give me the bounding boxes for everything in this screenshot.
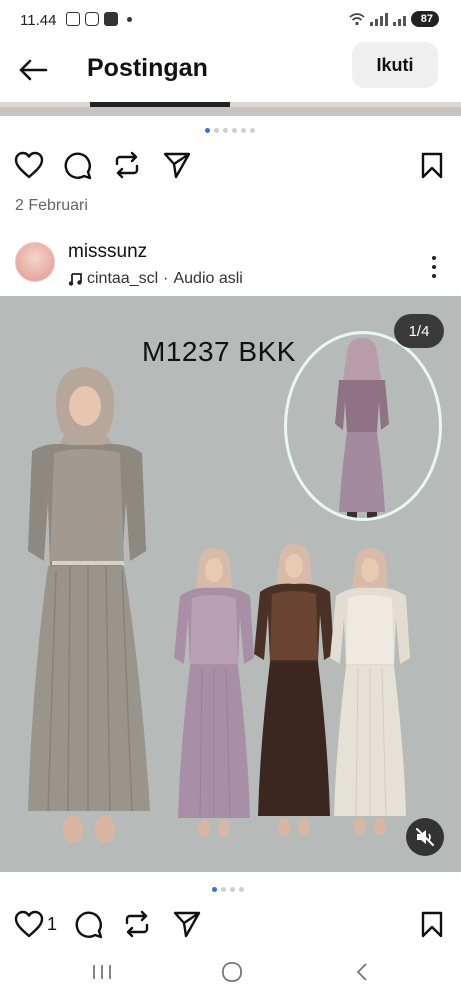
signal-icon (369, 12, 388, 26)
previous-post-actions (0, 149, 461, 185)
bookmark-icon (421, 152, 443, 179)
status-bar: 11.44 87 (0, 0, 461, 42)
page-title: Postingan (87, 54, 208, 82)
post-carousel-indicator (212, 887, 244, 892)
status-time: 11.44 (20, 12, 57, 29)
audio-info[interactable]: cintaa_scl · Audio asli (68, 270, 243, 288)
music-note-icon (68, 273, 82, 286)
post-actions: 1 (0, 908, 461, 944)
send-icon (163, 152, 191, 179)
system-back-button[interactable] (342, 958, 382, 986)
recent-apps-icon (93, 965, 111, 979)
audio-label: Audio asli (173, 270, 243, 287)
repost-button[interactable] (121, 908, 153, 940)
model-lilac-dress (174, 548, 254, 837)
notification-dot-icon (127, 16, 132, 22)
more-options-button[interactable] (428, 252, 440, 282)
bookmark-icon (421, 911, 443, 938)
previous-post-carousel-indicator (205, 128, 255, 133)
save-button[interactable] (416, 908, 448, 940)
repost-icon (115, 151, 139, 179)
post-author-header: misssunz cintaa_scl · Audio asli (0, 232, 461, 292)
home-icon (222, 962, 242, 982)
model-brown-dress (254, 544, 334, 836)
shop-icon (104, 12, 118, 26)
heart-icon (14, 151, 44, 179)
avatar[interactable] (15, 242, 55, 282)
comment-button[interactable] (61, 149, 93, 181)
chevron-left-icon (356, 963, 367, 981)
audio-separator: · (163, 270, 169, 287)
previous-post-date: 2 Februari (15, 197, 88, 214)
signal-icon-2 (392, 12, 406, 26)
home-button[interactable] (212, 958, 252, 986)
repost-icon (125, 910, 149, 938)
battery-icon: 87 (410, 11, 439, 27)
like-button[interactable] (13, 149, 45, 181)
share-button[interactable] (171, 908, 203, 940)
send-icon (173, 911, 201, 938)
author-username[interactable]: misssunz (68, 241, 147, 263)
app-header: Postingan Ikuti (0, 42, 461, 98)
status-system-icons: 87 (349, 11, 439, 27)
previous-post-image[interactable] (0, 102, 461, 116)
model-cream-dress (330, 548, 410, 835)
highlight-oval (284, 331, 442, 521)
wifi-icon (349, 13, 365, 26)
repost-button[interactable] (111, 149, 143, 181)
mute-button[interactable] (406, 818, 444, 856)
like-button[interactable] (13, 908, 45, 940)
instagram-icon (85, 12, 99, 26)
audio-artist: cintaa_scl (87, 270, 159, 287)
follow-button[interactable]: Ikuti (352, 42, 438, 88)
comment-icon (64, 152, 92, 180)
product-code: M1237 BKK (142, 336, 296, 367)
recent-apps-button[interactable] (82, 958, 122, 986)
more-vertical-icon (432, 256, 436, 260)
muted-speaker-icon (416, 828, 434, 846)
status-notification-icons (66, 12, 132, 26)
post-image[interactable]: M1237 BKK 1/4 (0, 296, 461, 872)
system-nav-bar (0, 950, 461, 1000)
heart-icon (14, 910, 44, 938)
like-count[interactable]: 1 (47, 914, 57, 935)
share-button[interactable] (161, 149, 193, 181)
screenshot-icon (66, 12, 80, 26)
page-counter: 1/4 (394, 314, 444, 348)
comment-icon (75, 911, 103, 939)
comment-button[interactable] (72, 908, 104, 940)
model-grey-dress (28, 367, 150, 843)
save-button[interactable] (416, 149, 448, 181)
arrow-left-icon (19, 59, 48, 81)
back-button[interactable] (16, 54, 50, 86)
